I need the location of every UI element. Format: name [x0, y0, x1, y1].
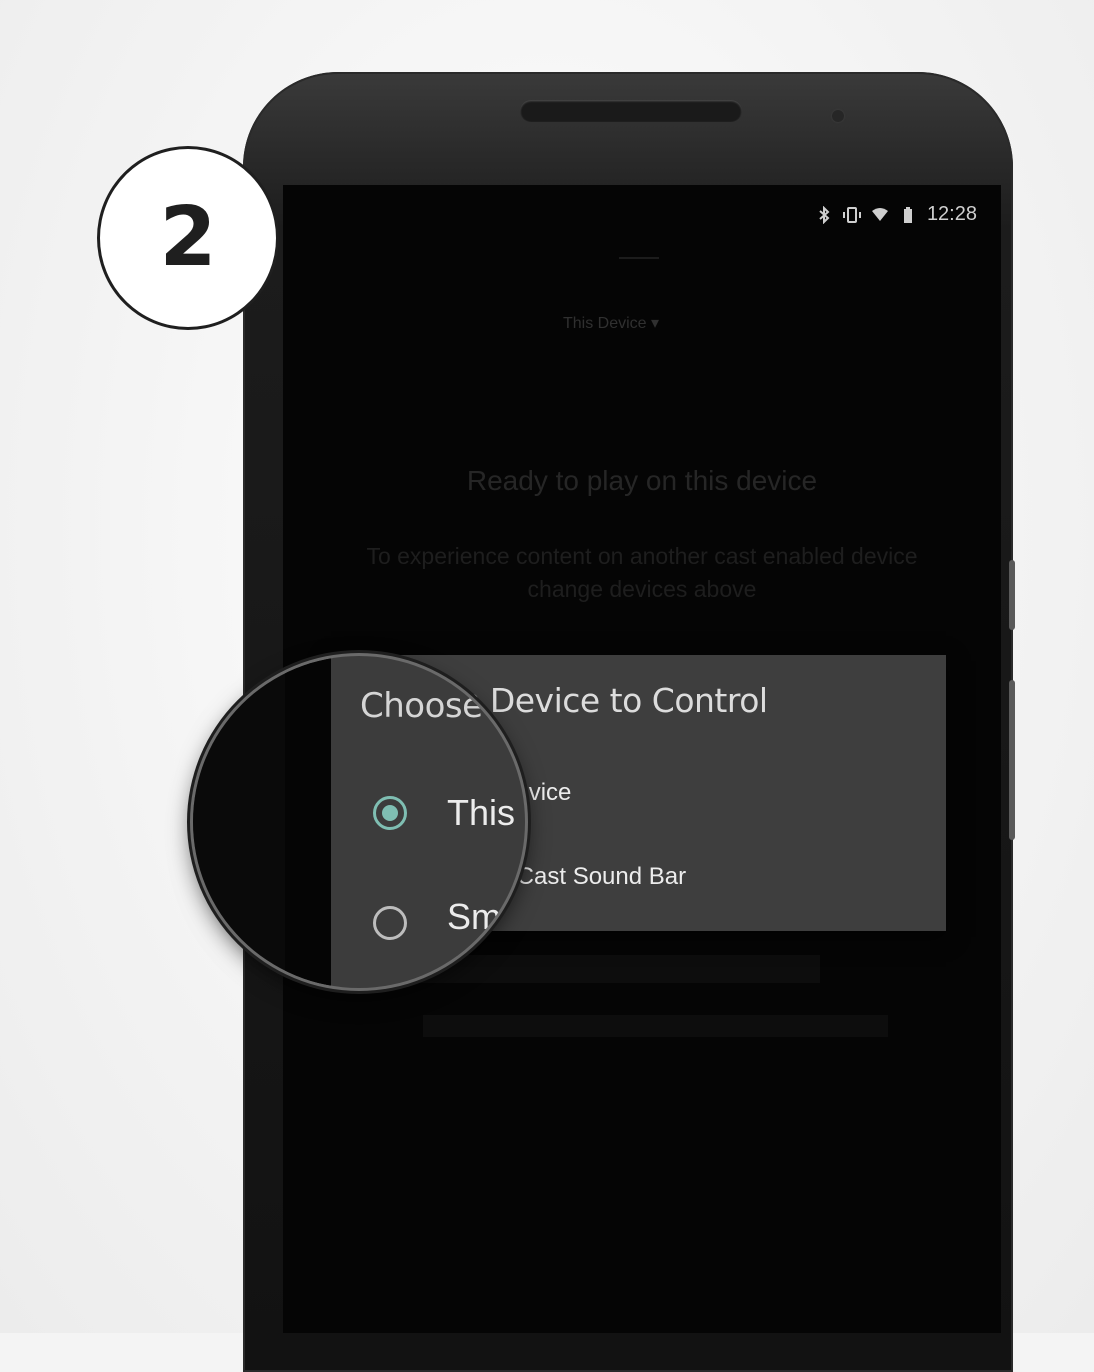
step-number: 2 — [159, 190, 217, 285]
phone-side-button — [1009, 680, 1015, 840]
ready-title: Ready to play on this device — [466, 465, 818, 496]
drag-handle — [619, 257, 659, 259]
radio-unselected-icon[interactable] — [373, 906, 407, 940]
device-selector-label: This Device — [563, 315, 647, 332]
step-number-badge: 2 — [97, 146, 279, 330]
magnified-screen-edge — [285, 656, 331, 988]
magnified-option-label: This — [447, 792, 516, 833]
status-time: 12:28 — [926, 203, 977, 225]
phone-camera — [832, 110, 844, 122]
device-selector[interactable]: This Device ▾ — [563, 313, 659, 333]
ready-subtitle: To experience content on another cast en… — [366, 543, 918, 602]
dimmed-bar — [423, 1015, 888, 1037]
phone-side-button — [1009, 560, 1015, 630]
bluetooth-icon — [819, 205, 830, 224]
radio-selected-icon[interactable] — [373, 796, 407, 830]
magnifier-callout: Choose This Sm — [193, 656, 525, 988]
magnified-option-label: Sm — [447, 896, 501, 937]
phone-speaker — [520, 100, 742, 122]
chevron-down-icon: ▾ — [651, 315, 660, 332]
vibrate-icon — [842, 206, 861, 223]
wifi-icon — [871, 207, 888, 221]
status-bar: 12:28 — [815, 203, 977, 226]
battery-icon — [903, 206, 912, 223]
magnified-dialog-title: Choose — [360, 686, 483, 726]
